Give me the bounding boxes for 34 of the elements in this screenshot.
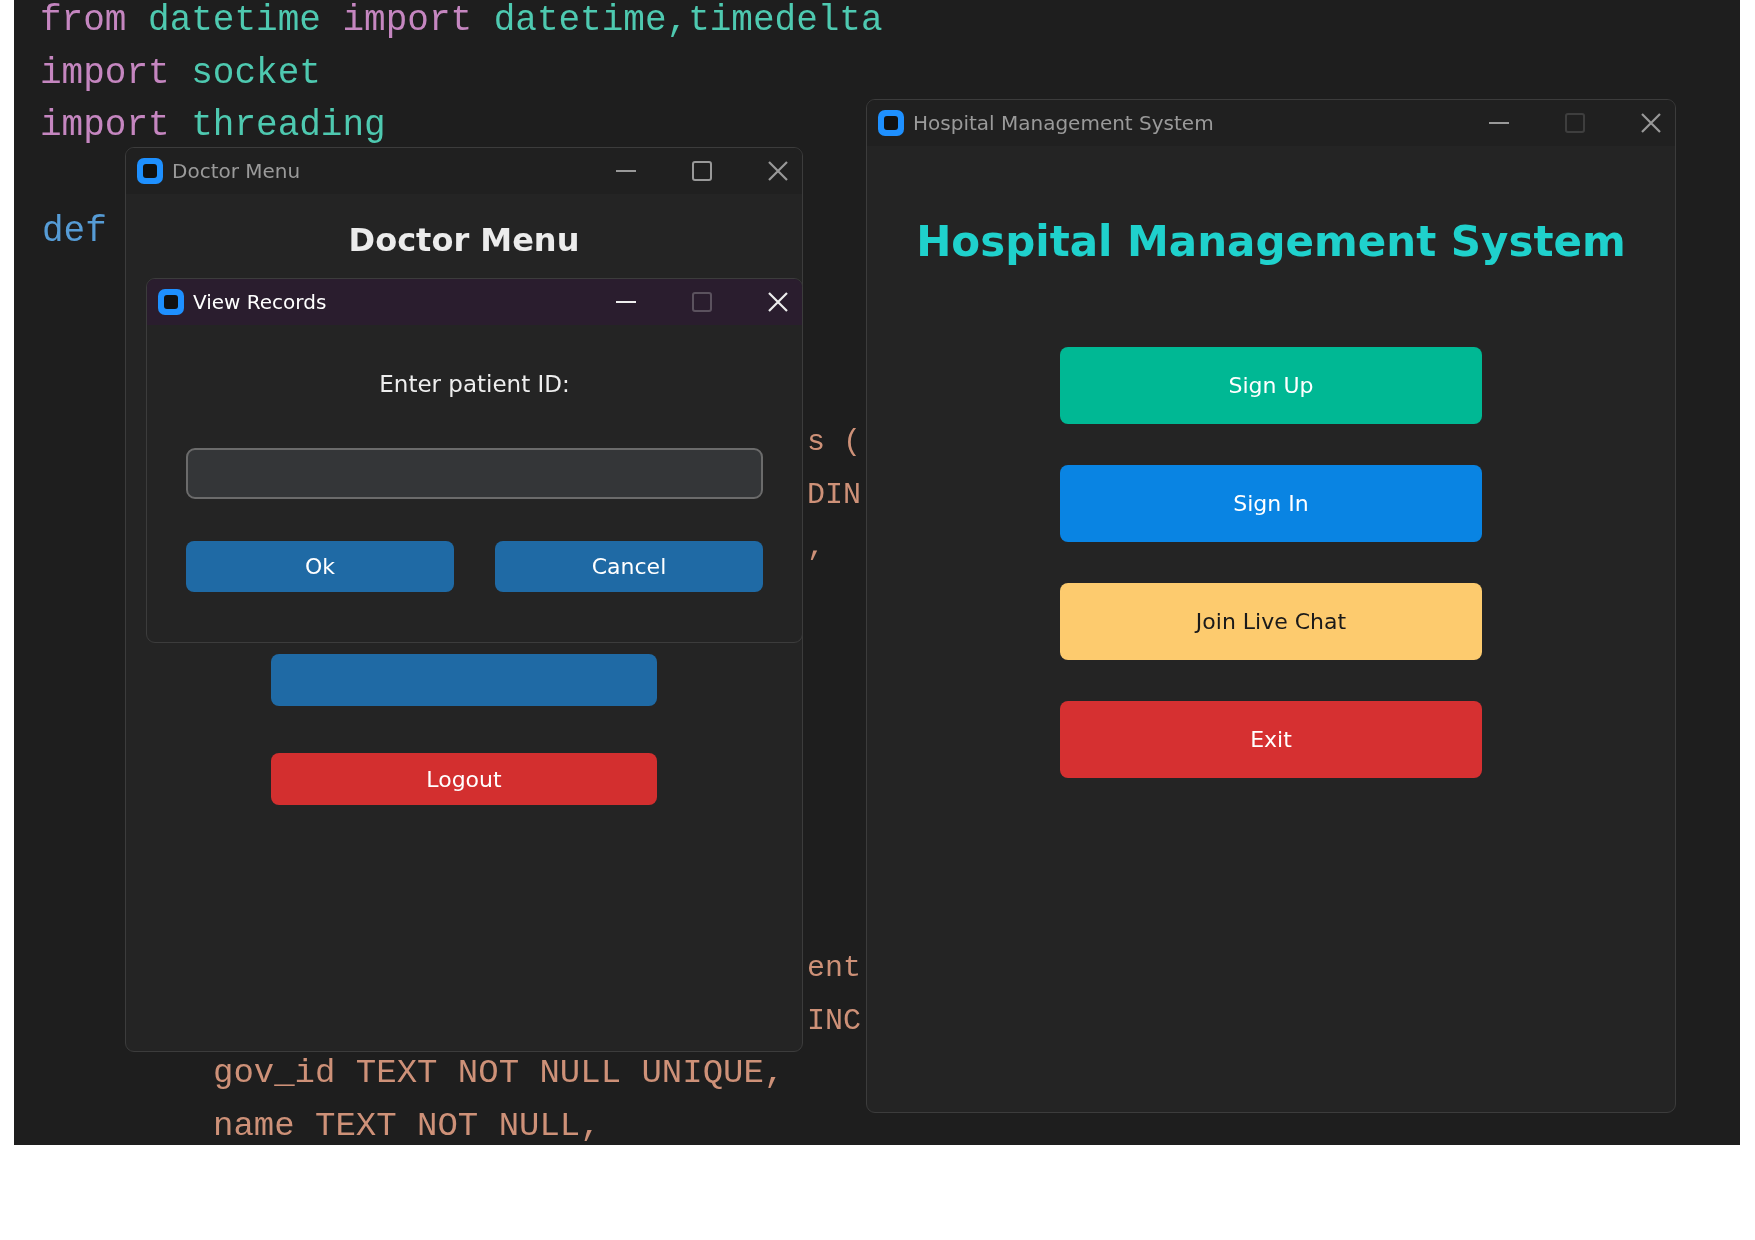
code-line: name TEXT NOT NULL,	[213, 1108, 601, 1143]
app-icon	[136, 157, 164, 185]
code-line: from datetime import datetime,timedelta	[40, 3, 883, 40]
minimize-icon[interactable]	[1489, 121, 1509, 125]
menu-button[interactable]: Join Live Chat	[1060, 583, 1482, 660]
menu-button[interactable]: Cancel	[495, 540, 763, 592]
close-icon[interactable]	[1641, 113, 1661, 133]
close-icon[interactable]	[768, 161, 788, 181]
maximize-icon[interactable]	[692, 161, 712, 181]
app-icon	[157, 288, 185, 316]
code-line: def	[42, 213, 107, 250]
code-line: ent	[807, 953, 861, 983]
code-line: ,	[807, 532, 825, 563]
code-line: INC	[807, 1005, 861, 1036]
menu-button[interactable]: Sign Up	[1060, 347, 1482, 424]
menu-button[interactable]: Sign In	[1060, 465, 1482, 542]
window-title: Hospital Management System	[913, 110, 1214, 137]
minimize-icon[interactable]	[616, 300, 636, 304]
menu-button[interactable]: Logout	[271, 753, 657, 805]
code-line: DIN	[807, 479, 861, 510]
window-title: Doctor Menu	[172, 158, 301, 185]
input-field[interactable]	[186, 447, 763, 499]
prompt-label: Enter patient ID:	[379, 370, 570, 399]
code-line: import socket	[40, 55, 321, 92]
code-line: gov_id TEXT NOT NULL UNIQUE,	[213, 1056, 785, 1091]
window-title: View Records	[193, 289, 327, 316]
code-line: s (	[807, 427, 861, 458]
minimize-icon[interactable]	[616, 169, 636, 173]
window-heading: Hospital Management System	[916, 216, 1626, 268]
app-icon	[877, 109, 905, 137]
code-line: import threading	[40, 108, 386, 145]
window-heading: Doctor Menu	[348, 220, 580, 261]
menu-button[interactable]: Ok	[186, 540, 454, 592]
menu-button[interactable]: Exit	[1060, 701, 1482, 778]
